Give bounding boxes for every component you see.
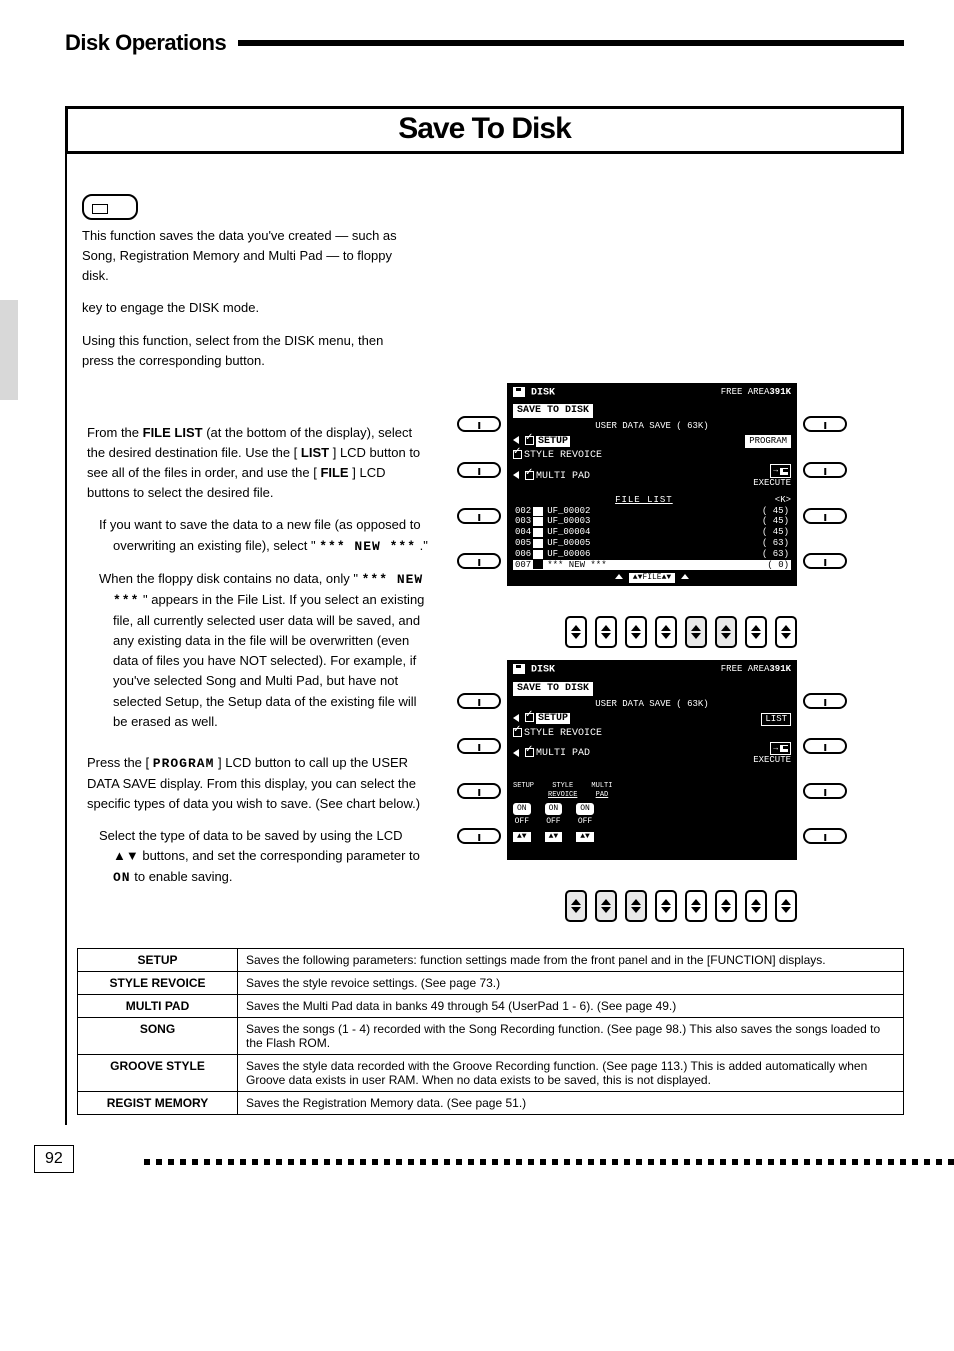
intro-hint: key to engage the DISK mode. <box>77 298 904 318</box>
updown-button[interactable] <box>775 890 797 922</box>
file-list-header: FILE LIST <box>615 495 673 506</box>
right-pill-col-1 <box>803 383 847 587</box>
checkbox-icon <box>525 436 534 445</box>
list-lcd-button[interactable]: LIST <box>761 713 791 726</box>
updown-button[interactable] <box>595 616 617 648</box>
soft-button[interactable] <box>803 828 847 844</box>
table-row: GROOVE STYLESaves the style data recorde… <box>78 1055 904 1092</box>
updown-button[interactable] <box>625 890 647 922</box>
soft-button[interactable] <box>457 693 501 709</box>
soft-button[interactable] <box>457 783 501 799</box>
updown-button[interactable] <box>715 890 737 922</box>
table-row: MULTI PADSaves the Multi Pad data in ban… <box>78 995 904 1018</box>
soft-button[interactable] <box>457 828 501 844</box>
file-list-row[interactable]: 004UF_00004( 45) <box>513 527 791 538</box>
step-1: From the FILE LIST (at the bottom of the… <box>87 423 429 504</box>
floppy-icon <box>513 387 525 397</box>
lcd-screen-1: DISK FREE AREA391K SAVE TO DISK USER DAT… <box>507 383 797 587</box>
updown-button[interactable] <box>745 890 767 922</box>
step-1c: When the floppy disk contains no data, o… <box>87 569 429 733</box>
file-list-row-new[interactable]: 007*** NEW *** ( 0) <box>513 560 791 571</box>
soft-button[interactable] <box>803 693 847 709</box>
intro-p1: This function saves the data you've crea… <box>77 226 904 286</box>
data-type-table: SETUPSaves the following parameters: fun… <box>77 948 904 1115</box>
file-list-row[interactable]: 003UF_00003( 45) <box>513 516 791 527</box>
disk-mode-button-icon <box>82 194 138 220</box>
updown-row-2 <box>457 890 904 922</box>
soft-button[interactable] <box>803 508 847 524</box>
file-nav-indicator: ▲▼FILE▲▼ <box>629 573 675 583</box>
updown-button[interactable] <box>745 616 767 648</box>
updown-button[interactable] <box>565 616 587 648</box>
execute-icon[interactable]: → <box>770 742 791 756</box>
file-list-row[interactable]: 005UF_00005( 63) <box>513 538 791 549</box>
table-row: STYLE REVOICESaves the style revoice set… <box>78 972 904 995</box>
lcd-screen-2: DISK FREE AREA391K SAVE TO DISK USER DAT… <box>507 660 797 860</box>
updown-row-1 <box>457 616 904 648</box>
updown-button[interactable] <box>775 616 797 648</box>
soft-button[interactable] <box>803 553 847 569</box>
program-lcd-button[interactable]: PROGRAM <box>745 435 791 448</box>
program-options: SETUP STYLESTYLE REVOICEREVOICE MULTIPAD <box>513 782 791 799</box>
floppy-icon <box>513 664 525 674</box>
updown-button[interactable] <box>595 890 617 922</box>
soft-button[interactable] <box>803 416 847 432</box>
updown-button[interactable] <box>565 890 587 922</box>
soft-button[interactable] <box>457 508 501 524</box>
left-pill-col-1 <box>457 383 501 587</box>
intro-p2: Using this function, select from the DIS… <box>77 331 904 371</box>
table-row: REGIST MEMORYSaves the Registration Memo… <box>78 1092 904 1115</box>
page-number: 92 <box>34 1145 74 1173</box>
soft-button[interactable] <box>457 462 501 478</box>
main-title: Save To Disk <box>398 112 571 145</box>
step-2b: Select the type of data to be saved by u… <box>87 826 429 887</box>
soft-button[interactable] <box>457 738 501 754</box>
updown-button[interactable] <box>655 890 677 922</box>
step-1b: If you want to save the data to a new fi… <box>87 515 429 556</box>
updown-button[interactable] <box>655 616 677 648</box>
soft-button[interactable] <box>803 462 847 478</box>
main-title-bar: Save To Disk <box>65 106 904 154</box>
soft-button[interactable] <box>803 738 847 754</box>
user-data-save-label: USER DATA SAVE ( 63K) <box>507 419 797 434</box>
execute-icon[interactable]: → <box>770 464 791 478</box>
updown-button[interactable] <box>715 616 737 648</box>
updown-button[interactable] <box>685 890 707 922</box>
save-to-disk-tab: SAVE TO DISK <box>513 404 593 418</box>
section-title: Disk Operations <box>65 30 226 56</box>
file-list-row[interactable]: 002UF_00002( 45) <box>513 506 791 517</box>
soft-button[interactable] <box>457 553 501 569</box>
header-rule <box>238 40 904 46</box>
step-2: Press the [ PROGRAM ] LCD button to call… <box>87 753 429 814</box>
left-pill-col-2 <box>457 660 501 860</box>
soft-button[interactable] <box>803 783 847 799</box>
right-pill-col-2 <box>803 660 847 860</box>
updown-button[interactable] <box>625 616 647 648</box>
table-row: SONGSaves the songs (1 - 4) recorded wit… <box>78 1018 904 1055</box>
soft-button[interactable] <box>457 416 501 432</box>
file-list-row[interactable]: 006UF_00006( 63) <box>513 549 791 560</box>
table-row: SETUPSaves the following parameters: fun… <box>78 949 904 972</box>
updown-button[interactable] <box>685 616 707 648</box>
side-tab <box>0 300 18 400</box>
footer-dots <box>144 1159 954 1165</box>
